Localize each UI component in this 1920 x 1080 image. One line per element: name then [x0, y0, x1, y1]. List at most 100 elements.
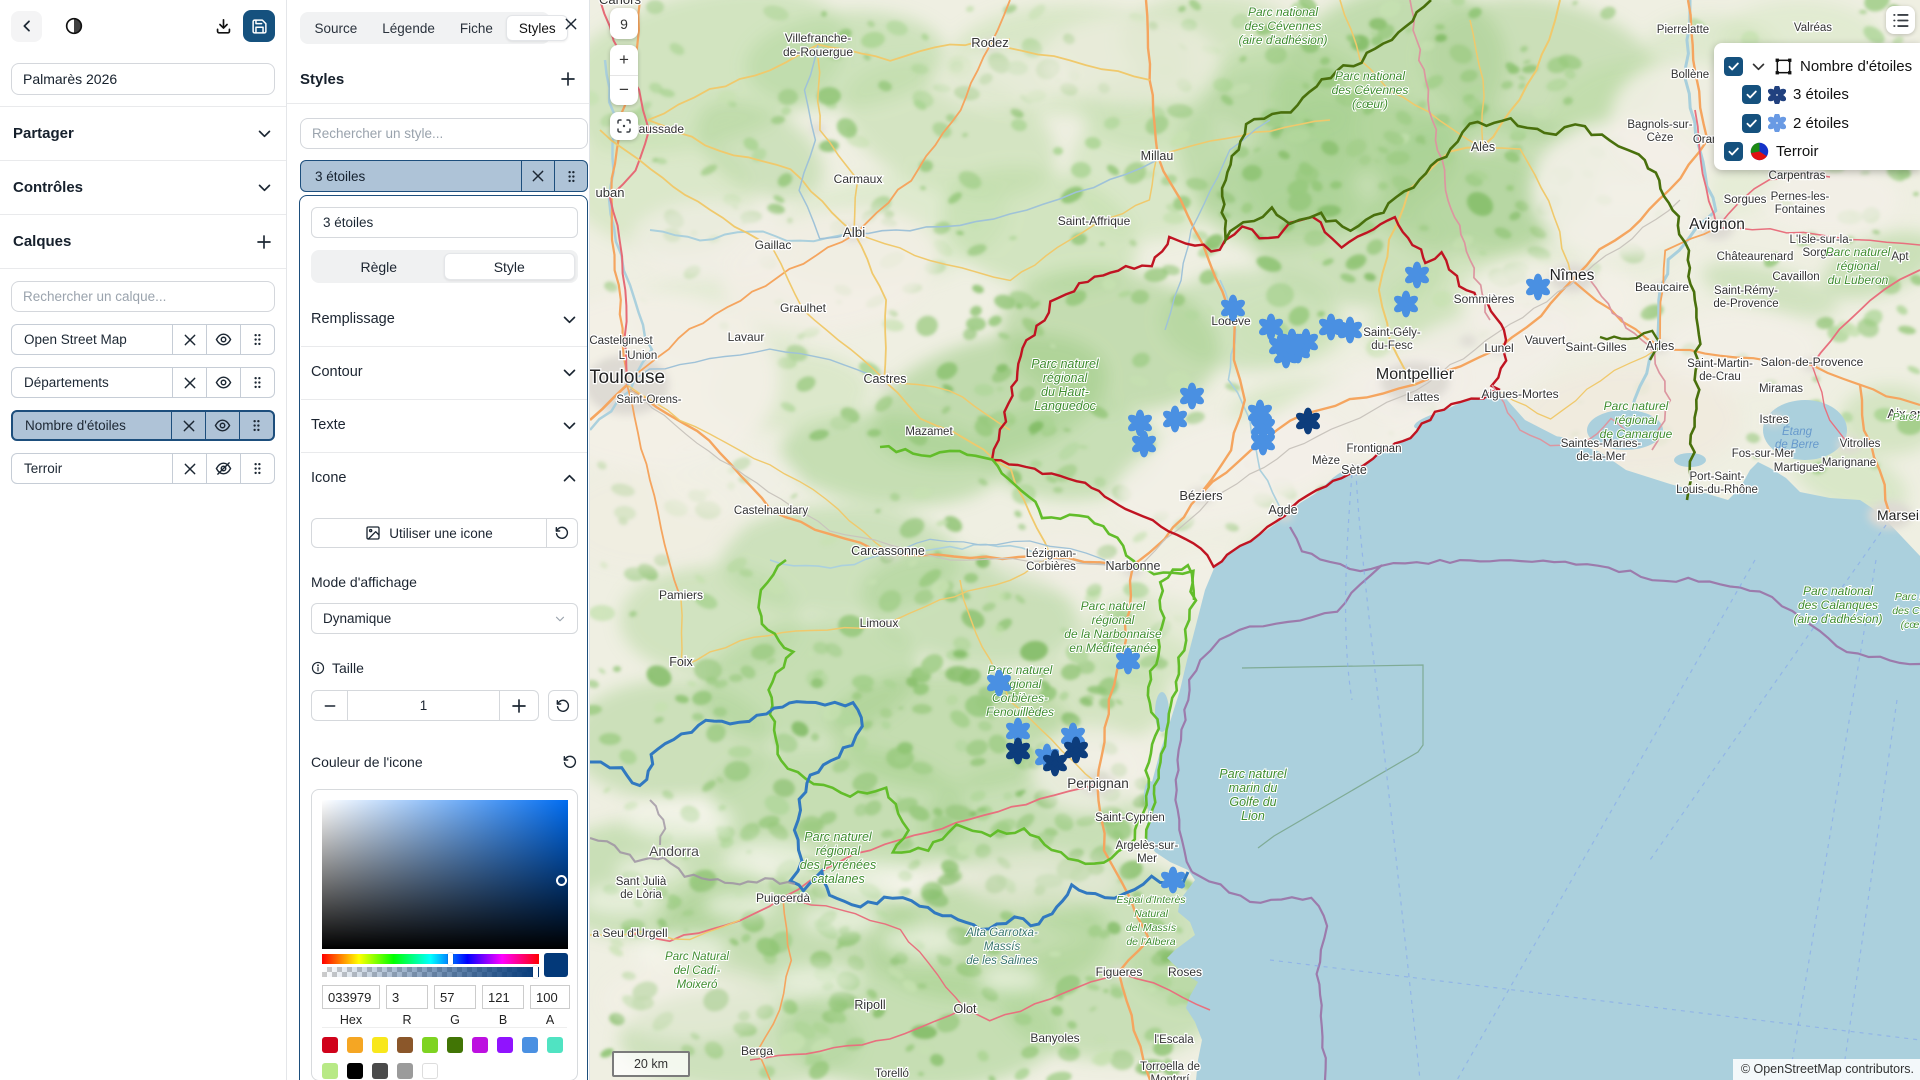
svg-text:de-la-Mer: de-la-Mer — [1576, 451, 1625, 463]
svg-text:de Lòria: de Lòria — [620, 889, 662, 901]
svg-text:Pamiers: Pamiers — [659, 588, 703, 602]
svg-text:marin du: marin du — [1229, 781, 1278, 795]
svg-text:(aire d'adhésion): (aire d'adhésion) — [1238, 33, 1327, 47]
svg-text:Roses: Roses — [1168, 965, 1202, 979]
svg-text:Sommières: Sommières — [1454, 292, 1515, 306]
svg-text:régional: régional — [1837, 259, 1880, 273]
svg-text:Châteaurenard: Châteaurenard — [1717, 251, 1794, 263]
svg-text:Parc natu: Parc natu — [1893, 411, 1920, 423]
svg-text:Salon-de-Provence: Salon-de-Provence — [1761, 355, 1864, 369]
svg-text:Pernes-les-: Pernes-les- — [1771, 191, 1830, 203]
svg-text:Berga: Berga — [741, 1044, 773, 1058]
svg-text:Corbières: Corbières — [1026, 561, 1076, 573]
svg-text:Montgrí: Montgrí — [1151, 1074, 1191, 1080]
svg-text:Gaillac: Gaillac — [755, 238, 792, 252]
svg-text:Lunel: Lunel — [1484, 341, 1513, 355]
svg-text:Apt: Apt — [1891, 251, 1909, 263]
svg-text:Istres: Istres — [1759, 412, 1788, 426]
svg-text:Banyoles: Banyoles — [1030, 1031, 1079, 1045]
svg-text:de-Crau: de-Crau — [1699, 371, 1741, 383]
svg-text:Parc naturel: Parc naturel — [804, 830, 873, 844]
svg-text:Saint-Orens-: Saint-Orens- — [616, 394, 681, 406]
svg-text:des Cal: des Cal — [1892, 605, 1920, 617]
svg-text:(aire d'adhésion): (aire d'adhésion) — [1793, 612, 1882, 626]
svg-text:Parc naturel: Parc naturel — [1826, 245, 1891, 259]
svg-text:Rodez: Rodez — [971, 35, 1009, 50]
svg-text:en Méditerranée: en Méditerranée — [1069, 641, 1157, 655]
svg-text:Massís: Massís — [984, 941, 1021, 953]
svg-text:Narbonne: Narbonne — [1106, 559, 1161, 573]
svg-text:Avignon: Avignon — [1689, 216, 1745, 233]
svg-text:Marseille: Marseille — [1877, 507, 1920, 523]
svg-text:uban: uban — [596, 185, 625, 200]
svg-text:Parc naturel: Parc naturel — [1219, 767, 1288, 781]
svg-text:Parc n: Parc n — [1895, 591, 1920, 603]
svg-text:Ripoll: Ripoll — [854, 998, 885, 1012]
svg-text:régional: régional — [1615, 413, 1658, 427]
svg-text:Parc national: Parc national — [1803, 584, 1873, 598]
svg-text:Sant Julià: Sant Julià — [616, 876, 667, 888]
svg-text:Arles: Arles — [1646, 339, 1674, 353]
svg-text:Parc Natural: Parc Natural — [665, 951, 729, 963]
svg-text:de-Provence: de-Provence — [1713, 298, 1778, 310]
svg-text:du-Fesc: du-Fesc — [1371, 340, 1413, 352]
svg-text:Fontaines: Fontaines — [1775, 204, 1826, 216]
svg-text:de la Narbonnaise: de la Narbonnaise — [1064, 627, 1162, 641]
svg-text:de Camargue: de Camargue — [1600, 427, 1673, 441]
svg-text:Marignane: Marignane — [1822, 457, 1876, 469]
svg-text:de Berre: de Berre — [1775, 439, 1819, 451]
svg-text:Natural: Natural — [1134, 908, 1169, 920]
svg-text:Vauvert: Vauvert — [1525, 333, 1566, 347]
svg-text:Saint-Rémy-: Saint-Rémy- — [1714, 285, 1778, 297]
svg-text:Cèze: Cèze — [1647, 132, 1674, 144]
svg-text:Saint-Cyprien: Saint-Cyprien — [1095, 812, 1165, 824]
svg-text:Parc naturel: Parc naturel — [1604, 399, 1669, 413]
svg-text:Mazamet: Mazamet — [905, 426, 953, 438]
svg-text:Limoux: Limoux — [860, 616, 899, 630]
svg-text:Castelginest: Castelginest — [590, 335, 653, 347]
svg-text:Saint-Affrique: Saint-Affrique — [1058, 214, 1131, 228]
svg-text:Lion: Lion — [1241, 809, 1265, 823]
svg-text:Agde: Agde — [1268, 503, 1297, 517]
svg-text:Parc national: Parc national — [1248, 5, 1318, 19]
svg-text:Nîmes: Nîmes — [1550, 267, 1595, 284]
svg-text:del Cadí-: del Cadí- — [674, 965, 721, 977]
svg-text:Mer: Mer — [1137, 853, 1157, 865]
svg-text:Albi: Albi — [843, 225, 866, 240]
svg-text:Cavaillon: Cavaillon — [1772, 271, 1819, 283]
svg-text:Lattes: Lattes — [1407, 390, 1440, 404]
svg-text:a Seu d'Urgell: a Seu d'Urgell — [593, 926, 668, 940]
svg-text:Villefranche-: Villefranche- — [785, 31, 851, 45]
svg-text:Aigues-Mortes: Aigues-Mortes — [1481, 387, 1558, 401]
svg-text:des Cévennes: des Cévennes — [1245, 19, 1322, 33]
svg-text:des Calanques: des Calanques — [1798, 598, 1878, 612]
svg-text:(cœur): (cœur) — [1352, 97, 1388, 111]
svg-text:du Luberon: du Luberon — [1828, 273, 1889, 287]
svg-text:Languedoc: Languedoc — [1034, 399, 1097, 413]
svg-text:Torroella de: Torroella de — [1140, 1061, 1200, 1073]
svg-text:Millau: Millau — [1141, 149, 1174, 163]
svg-text:régional: régional — [816, 844, 862, 858]
svg-text:Caussade: Caussade — [630, 122, 684, 136]
svg-text:de l'Albera: de l'Albera — [1126, 936, 1175, 948]
svg-text:Parc naturel: Parc naturel — [1031, 357, 1100, 371]
svg-text:Carpentras: Carpentras — [1769, 170, 1826, 182]
svg-text:Louis-du-Rhône: Louis-du-Rhône — [1676, 484, 1758, 496]
svg-text:L'Union: L'Union — [619, 350, 658, 362]
svg-text:Saint-Gély-: Saint-Gély- — [1363, 327, 1421, 339]
svg-text:(cœ: (cœ — [1901, 619, 1920, 631]
svg-text:Saint-Gilles: Saint-Gilles — [1565, 340, 1626, 354]
svg-text:Valréas: Valréas — [1794, 22, 1832, 34]
svg-text:Cahors: Cahors — [599, 0, 641, 7]
svg-text:Pierrelatte: Pierrelatte — [1657, 24, 1709, 36]
svg-text:del Massís: del Massís — [1126, 922, 1177, 934]
svg-text:Saint-Martin-: Saint-Martin- — [1687, 358, 1753, 370]
svg-text:Martigues: Martigues — [1774, 462, 1825, 474]
svg-text:Graulhet: Graulhet — [780, 301, 827, 315]
svg-text:Mèze: Mèze — [1312, 455, 1340, 467]
svg-text:de les Salines: de les Salines — [966, 955, 1038, 967]
svg-text:Andorra: Andorra — [649, 843, 699, 859]
svg-text:Moixeró: Moixeró — [677, 979, 719, 991]
svg-text:Foix: Foix — [669, 655, 693, 669]
svg-text:Beaucaire: Beaucaire — [1635, 280, 1689, 294]
